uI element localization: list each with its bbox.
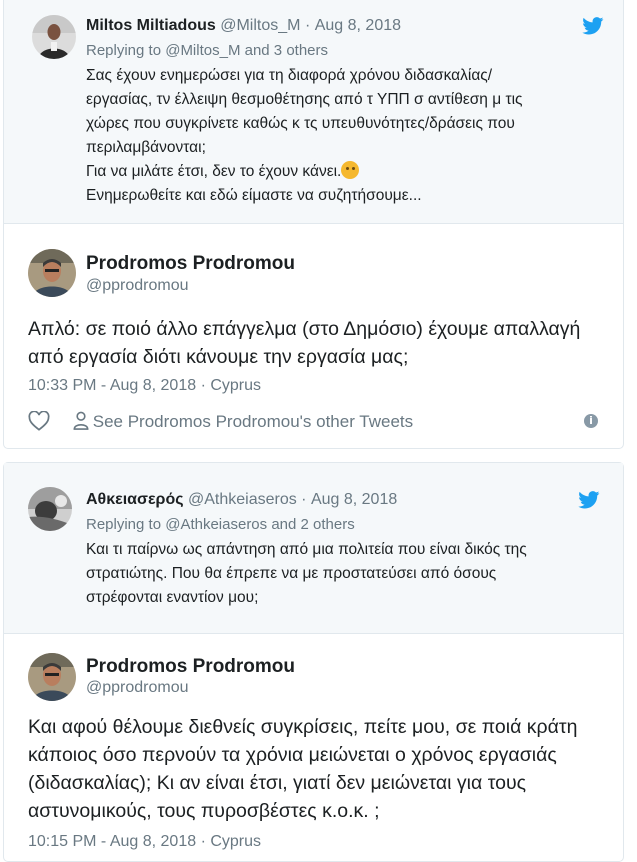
separator: · <box>304 17 311 34</box>
twitter-bird-icon[interactable] <box>578 491 600 509</box>
author-handle[interactable]: @pprodromou <box>86 679 189 697</box>
separator: · <box>301 491 307 508</box>
tweet-timestamp[interactable]: 10:15 PM - Aug 8, 2018 · Cyprus <box>28 833 261 851</box>
avatar[interactable] <box>32 15 76 59</box>
person-icon <box>73 411 89 430</box>
tweet-text: Απλό: σε ποιό άλλο επάγγελμα (στο Δημόσι… <box>28 318 581 368</box>
author-handle[interactable]: @pprodromou <box>86 277 189 295</box>
quoted-tweet-text: Σας έχουν ενημερώσει για τη διαφορά χρόν… <box>86 67 523 204</box>
tweet-actions: See Prodromos Prodromou's other Tweets <box>28 410 413 432</box>
embedded-tweet-card: Αθκειασερός @Athkeiaseros · Aug 8, 2018 … <box>3 462 624 862</box>
avatar[interactable] <box>28 653 76 701</box>
twitter-bird-icon[interactable] <box>582 17 604 35</box>
quoted-tweet-text: Και τι παίρνω ως απάντηση από μια πολιτε… <box>86 541 527 606</box>
tweet-timestamp[interactable]: 10:33 PM - Aug 8, 2018 · Cyprus <box>28 377 261 395</box>
author-handle[interactable]: @Miltos_M <box>220 17 300 34</box>
author-name[interactable]: Prodromos Prodromou <box>86 656 295 678</box>
avatar[interactable] <box>28 249 76 297</box>
replying-to[interactable]: Replying to @Miltos_M and 3 others <box>86 42 328 59</box>
author-name[interactable]: Αθκειασερός @Athkeiaseros · Aug 8, 2018 <box>86 491 397 509</box>
tweet-date[interactable]: Aug 8, 2018 <box>315 17 401 34</box>
tweet-date[interactable]: Aug 8, 2018 <box>311 491 397 508</box>
tweet-text: Και αφού θέλουμε διεθνείς συγκρίσεις, πε… <box>28 716 578 822</box>
avatar[interactable] <box>28 487 72 531</box>
see-other-tweets-link[interactable]: See Prodromos Prodromou's other Tweets <box>73 411 413 431</box>
info-icon[interactable]: i <box>584 414 598 428</box>
author-handle[interactable]: @Athkeiaseros <box>188 491 297 508</box>
heart-icon[interactable] <box>28 410 50 431</box>
author-name[interactable]: Miltos Miltiadous @Miltos_M · Aug 8, 201… <box>86 17 401 35</box>
embedded-tweet-card: Miltos Miltiadous @Miltos_M · Aug 8, 201… <box>3 0 624 449</box>
thinking-face-emoji <box>341 161 360 179</box>
replying-to[interactable]: Replying to @Athkeiaseros and 2 others <box>86 516 355 533</box>
author-name[interactable]: Prodromos Prodromou <box>86 253 295 275</box>
quoted-tweet[interactable]: Αθκειασερός @Athkeiaseros · Aug 8, 2018 … <box>4 463 623 634</box>
quoted-tweet[interactable]: Miltos Miltiadous @Miltos_M · Aug 8, 201… <box>4 0 623 224</box>
